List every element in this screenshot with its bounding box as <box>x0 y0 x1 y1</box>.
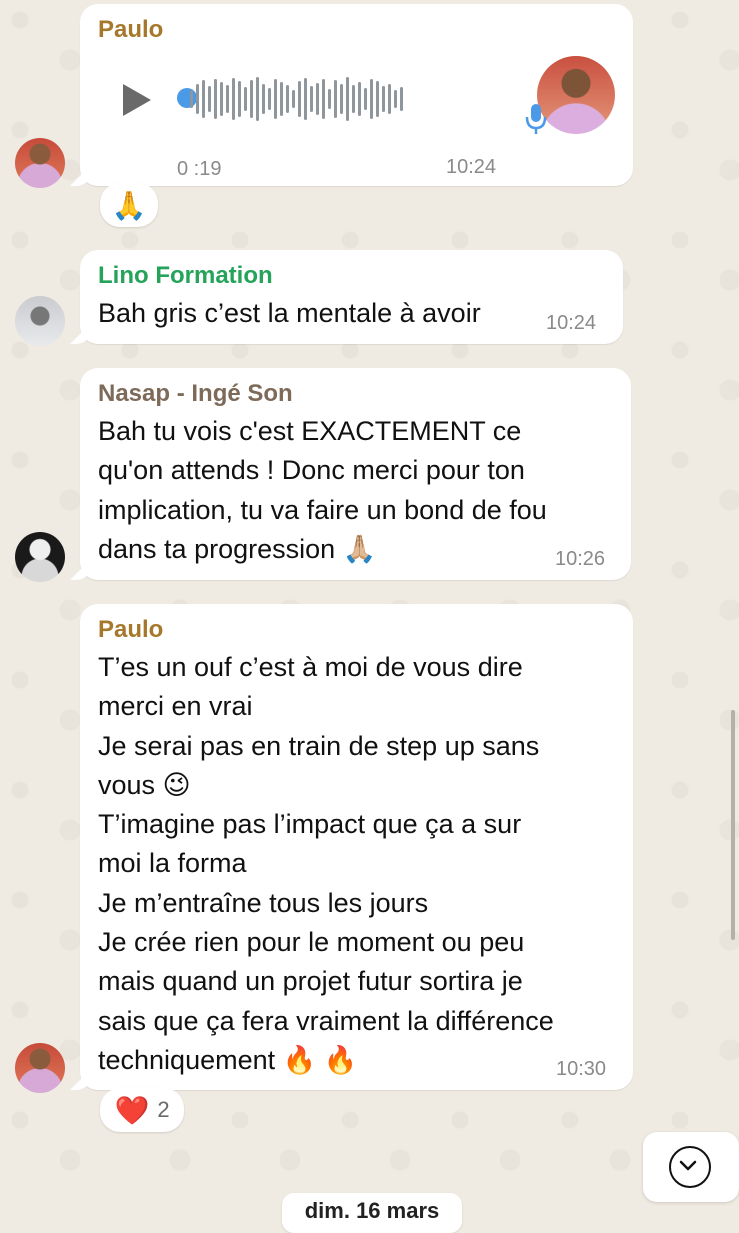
waveform-bar <box>388 84 391 114</box>
waveform-bar <box>376 81 379 117</box>
waveform-bar <box>364 88 367 110</box>
waveform-bar <box>370 79 373 119</box>
voice-message-bubble[interactable]: Paulo 0 :19 10:24 <box>80 4 633 186</box>
waveform-bar <box>244 87 247 111</box>
message-time: 10:30 <box>556 1058 607 1080</box>
waveform-bar <box>280 82 283 116</box>
avatar[interactable] <box>15 296 65 346</box>
message-bubble[interactable]: Paulo T’es un ouf c’est à moi de vous di… <box>80 604 633 1090</box>
date-separator: dim. 16 mars <box>282 1193 462 1233</box>
waveform-bar <box>292 90 295 108</box>
waveform-bar <box>190 90 193 108</box>
waveform-bar <box>226 85 229 113</box>
waveform-bar <box>346 77 349 121</box>
waveform-bar <box>400 87 403 111</box>
sender-name: Paulo <box>98 616 164 643</box>
waveform-bar <box>286 85 289 113</box>
heart-icon: ❤️ <box>114 1094 150 1126</box>
reaction-count: 2 <box>157 1097 170 1122</box>
message-time: 10:24 <box>446 156 497 178</box>
waveform-bar <box>274 79 277 119</box>
waveform-bar <box>322 79 325 119</box>
avatar[interactable] <box>15 532 65 582</box>
sender-name: Lino Formation <box>98 262 273 289</box>
scroll-to-bottom-button[interactable] <box>643 1132 739 1202</box>
reaction-badge[interactable]: ❤️ 2 <box>100 1088 184 1132</box>
voice-duration: 0 :19 <box>177 158 222 180</box>
avatar[interactable] <box>15 1043 65 1093</box>
sender-name: Paulo <box>98 16 164 43</box>
waveform-bar <box>202 80 205 118</box>
message-bubble[interactable]: Nasap - Ingé Son Bah tu vois c'est EXACT… <box>80 368 631 580</box>
waveform-bar <box>256 77 259 121</box>
waveform-bar <box>310 86 313 112</box>
waveform-bar <box>268 88 271 110</box>
microphone-icon <box>525 104 547 134</box>
waveform-bar <box>382 86 385 112</box>
waveform-bar <box>304 78 307 120</box>
waveform-bar <box>238 81 241 117</box>
waveform-bar <box>394 90 397 108</box>
scrollbar[interactable] <box>731 710 735 940</box>
waveform-bar <box>262 84 265 114</box>
waveform-bar <box>298 81 301 117</box>
waveform-bar <box>316 83 319 115</box>
message-time: 10:24 <box>546 312 597 334</box>
message-text: T’es un ouf c’est à moi de vous dire mer… <box>98 652 554 1075</box>
message-text: Bah gris c’est la mentale à avoir <box>98 298 481 328</box>
waveform-bar <box>334 80 337 118</box>
reaction-badge[interactable]: 🙏 <box>100 183 158 227</box>
waveform-bar <box>358 82 361 116</box>
message-bubble[interactable]: Lino Formation Bah gris c’est la mentale… <box>80 250 623 344</box>
waveform-bar <box>340 84 343 114</box>
waveform-bar <box>328 89 331 109</box>
waveform-bar <box>220 82 223 116</box>
waveform-bar <box>352 85 355 113</box>
waveform-bar <box>214 79 217 119</box>
avatar[interactable] <box>15 138 65 188</box>
waveform-bar <box>232 78 235 120</box>
message-text: Bah tu vois c'est EXACTEMENT ce qu'on at… <box>98 416 547 564</box>
waveform-bar <box>196 84 199 114</box>
message-time: 10:26 <box>555 548 606 570</box>
waveform-bar <box>208 86 211 112</box>
waveform[interactable] <box>190 74 403 124</box>
sender-name: Nasap - Ingé Son <box>98 380 293 407</box>
play-icon[interactable] <box>123 84 151 116</box>
chevron-down-icon <box>679 1160 697 1171</box>
waveform-bar <box>250 80 253 118</box>
